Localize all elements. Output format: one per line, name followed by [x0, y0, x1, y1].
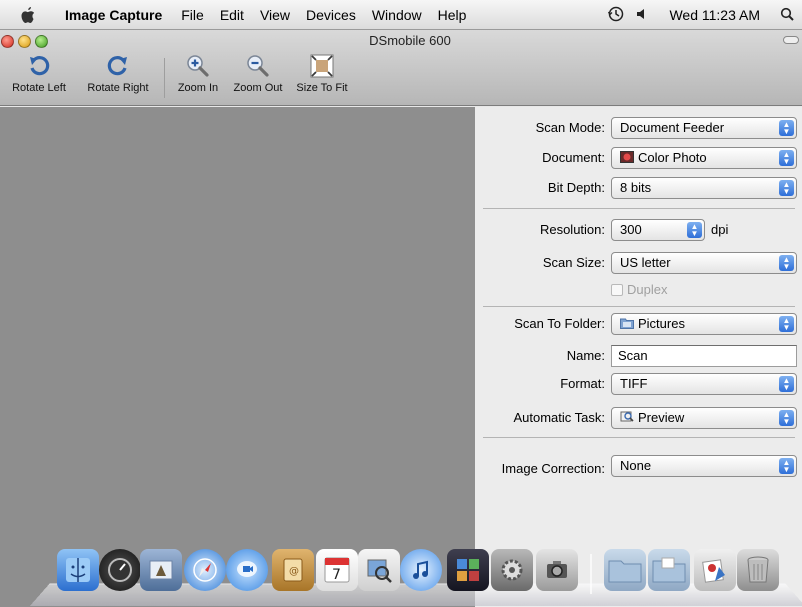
svg-text:@: @ — [289, 566, 299, 577]
menu-devices[interactable]: Devices — [298, 7, 364, 23]
documents-folder-icon[interactable] — [648, 549, 690, 591]
time-machine-icon[interactable] — [607, 5, 625, 26]
zoom-in-button[interactable]: Zoom In — [172, 52, 224, 94]
itunes-icon[interactable] — [400, 549, 442, 591]
rotate-right-icon — [107, 56, 127, 76]
ical-icon[interactable]: 7 — [316, 549, 358, 591]
color-photo-icon — [620, 149, 634, 169]
rotate-right-button[interactable]: Rotate Right — [80, 52, 156, 94]
zoom-out-button[interactable]: Zoom Out — [229, 52, 287, 94]
resolution-popup[interactable]: 300 ▲ ▼ — [611, 219, 705, 241]
apple-menu-icon[interactable] — [17, 6, 39, 24]
preview-app-icon — [620, 409, 634, 429]
scan-to-folder-popup[interactable]: Pictures ▲ ▼ — [611, 313, 797, 335]
zoom-in-icon — [187, 55, 209, 77]
menu-edit[interactable]: Edit — [212, 7, 252, 23]
spaces-icon[interactable] — [447, 549, 489, 591]
scan-preview-area[interactable] — [0, 107, 475, 607]
ichat-icon[interactable] — [226, 549, 268, 591]
section-divider — [483, 437, 795, 438]
popup-arrows-icon: ▲ ▼ — [779, 180, 794, 196]
folder-icon — [620, 315, 634, 335]
preview-icon[interactable] — [358, 549, 400, 591]
document-popup[interactable]: Color Photo ▲ ▼ — [611, 147, 797, 169]
popup-arrows-icon: ▲ ▼ — [779, 255, 794, 271]
popup-arrows-icon: ▲ ▼ — [779, 376, 794, 392]
spotlight-icon[interactable] — [780, 7, 794, 24]
downloads-stack-icon[interactable] — [694, 549, 736, 591]
scan-mode-row: Scan Mode: Document Feeder ▲ ▼ — [475, 117, 802, 139]
automatic-task-row: Automatic Task: Preview ▲ ▼ — [475, 407, 802, 429]
toolbar-separator — [164, 58, 165, 98]
format-label: Format: — [560, 376, 605, 391]
scan-size-popup[interactable]: US letter ▲ ▼ — [611, 252, 797, 274]
name-row: Name: Scan — [475, 345, 802, 367]
section-divider — [483, 306, 795, 307]
safari-icon[interactable] — [184, 549, 226, 591]
window-title: DSmobile 600 — [369, 33, 451, 48]
system-preferences-icon[interactable] — [491, 549, 533, 591]
size-to-fit-button[interactable]: Size To Fit — [290, 52, 354, 94]
rotate-left-icon — [30, 56, 50, 76]
menu-view[interactable]: View — [252, 7, 298, 23]
applications-folder-icon[interactable] — [604, 549, 646, 591]
scan-size-row: Scan Size: US letter ▲ ▼ — [475, 252, 802, 274]
address-book-icon[interactable]: @ — [272, 549, 314, 591]
bit-depth-popup[interactable]: 8 bits ▲ ▼ — [611, 177, 797, 199]
toolbar-toggle-button[interactable] — [783, 36, 799, 44]
volume-icon[interactable] — [635, 7, 649, 24]
image-correction-row: Image Correction: None ▲ ▼ — [475, 455, 802, 477]
menu-help[interactable]: Help — [430, 7, 475, 23]
menu-window[interactable]: Window — [364, 7, 430, 23]
svg-text:7: 7 — [332, 567, 341, 583]
document-row: Document: Color Photo ▲ ▼ — [475, 147, 802, 169]
bit-depth-row: Bit Depth: 8 bits ▲ ▼ — [475, 177, 802, 199]
window-toolbar: DSmobile 600 Rotate Left Rotate Right Zo… — [0, 30, 802, 106]
popup-arrows-icon: ▲ ▼ — [779, 410, 794, 426]
checkbox-box — [611, 283, 623, 296]
image-capture-icon[interactable] — [536, 549, 578, 591]
popup-arrows-icon: ▲ ▼ — [687, 222, 702, 238]
mail-icon[interactable] — [140, 549, 182, 591]
size-to-fit-icon — [310, 54, 334, 78]
section-divider — [483, 208, 795, 209]
scan-mode-label: Scan Mode: — [535, 120, 605, 135]
scan-mode-popup[interactable]: Document Feeder ▲ ▼ — [611, 117, 797, 139]
popup-arrows-icon: ▲ ▼ — [779, 458, 794, 474]
menu-file[interactable]: File — [173, 7, 212, 23]
document-label: Document: — [542, 150, 605, 165]
menu-bar: Image Capture File Edit View Devices Win… — [0, 0, 802, 30]
menu-clock[interactable]: Wed 11:23 AM — [669, 7, 760, 23]
scan-to-folder-row: Scan To Folder: Pictures ▲ ▼ — [475, 313, 802, 335]
duplex-row: Duplex — [475, 279, 802, 301]
automatic-task-popup[interactable]: Preview ▲ ▼ — [611, 407, 797, 429]
dock-separator — [590, 554, 592, 594]
app-menu[interactable]: Image Capture — [57, 7, 173, 23]
resolution-label: Resolution: — [539, 222, 605, 237]
automatic-task-label: Automatic Task: — [513, 410, 605, 425]
scan-size-label: Scan Size: — [542, 255, 605, 270]
trash-icon[interactable] — [737, 549, 779, 591]
finder-icon[interactable] — [57, 549, 99, 591]
image-correction-popup[interactable]: None ▲ ▼ — [611, 455, 797, 477]
name-field[interactable]: Scan — [611, 345, 797, 367]
popup-arrows-icon: ▲ ▼ — [779, 150, 794, 166]
rotate-left-button[interactable]: Rotate Left — [2, 52, 76, 94]
image-correction-label: Image Correction: — [501, 461, 605, 476]
format-popup[interactable]: TIFF ▲ ▼ — [611, 373, 797, 395]
resolution-unit: dpi — [711, 222, 729, 237]
name-label: Name: — [566, 348, 605, 363]
bit-depth-label: Bit Depth: — [547, 180, 605, 195]
scan-to-folder-label: Scan To Folder: — [514, 316, 605, 331]
popup-arrows-icon: ▲ ▼ — [779, 316, 794, 332]
duplex-checkbox[interactable]: Duplex — [611, 282, 667, 297]
popup-arrows-icon: ▲ ▼ — [779, 120, 794, 136]
resolution-row: Resolution: 300 ▲ ▼ dpi — [475, 219, 802, 241]
format-row: Format: TIFF ▲ ▼ — [475, 373, 802, 395]
dock: @ 7 — [0, 540, 802, 607]
zoom-out-icon — [247, 55, 269, 77]
dashboard-icon[interactable] — [99, 549, 141, 591]
scan-settings-panel: Scan Mode: Document Feeder ▲ ▼ Document: … — [475, 107, 802, 607]
